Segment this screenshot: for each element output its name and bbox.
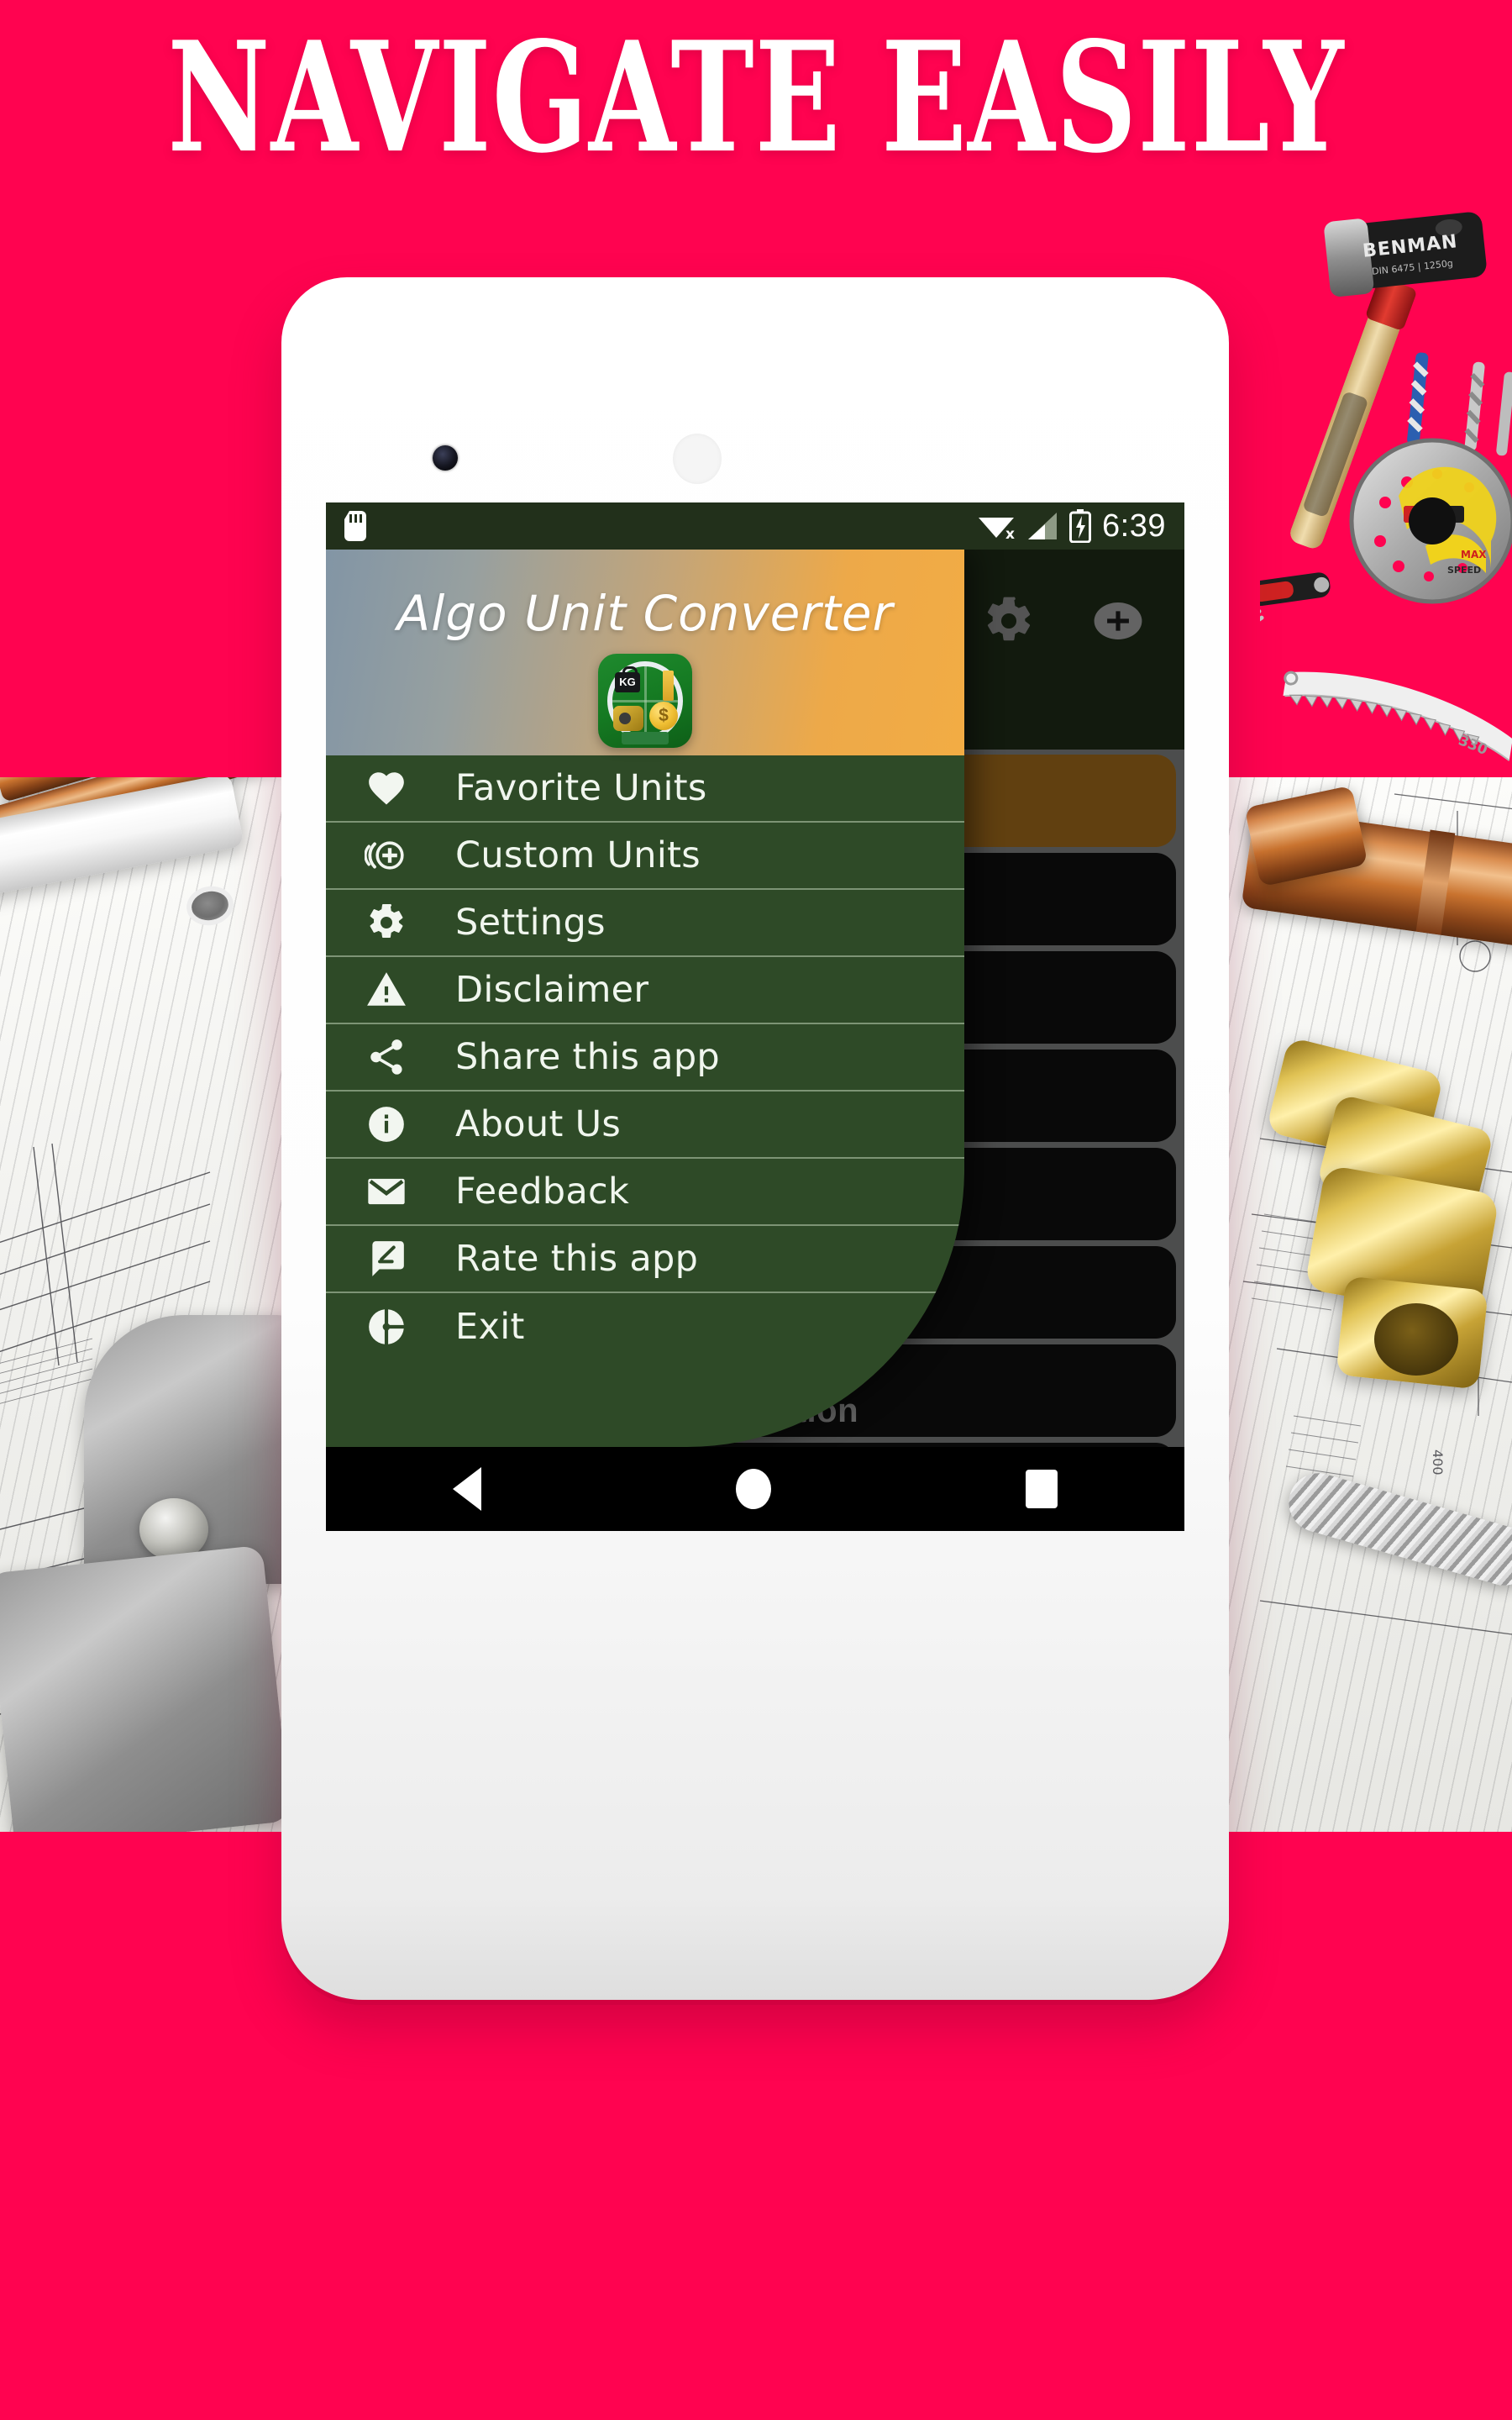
status-bar-time: 6:39 xyxy=(1102,508,1166,544)
cellular-signal-icon xyxy=(1026,511,1058,541)
promo-headline: NAVIGATE EASILY xyxy=(167,8,1345,187)
drawer-item-disclaimer[interactable]: Disclaimer xyxy=(326,957,964,1024)
navigation-drawer: Algo Unit Converter KG $ Favorite Units … xyxy=(326,550,964,1447)
warning-triangle-icon xyxy=(361,965,412,1015)
drawer-item-custom-units[interactable]: Custom Units xyxy=(326,823,964,890)
home-circle-icon[interactable] xyxy=(735,1469,771,1509)
drawer-item-label: Settings xyxy=(455,902,606,944)
info-circle-icon xyxy=(361,1099,412,1150)
drawer-item-label: Custom Units xyxy=(455,834,701,876)
drawer-item-label: Disclaimer xyxy=(455,969,649,1011)
drawer-menu: Favorite Units Custom Units Settings Dis… xyxy=(326,755,964,1360)
wifi-off-icon: x xyxy=(977,511,1016,541)
drawer-app-title: Algo Unit Converter xyxy=(396,585,894,642)
add-circle-icon xyxy=(361,830,412,881)
clamp-base xyxy=(0,1544,291,1832)
phone-mockup: x 6:39 Algo Unit Converter KG $ Favorite… xyxy=(281,277,1229,2000)
drawer-item-settings[interactable]: Settings xyxy=(326,890,964,957)
svg-text:MAX: MAX xyxy=(1461,549,1487,560)
drawer-item-label: Favorite Units xyxy=(455,767,707,809)
svg-text:SPEED: SPEED xyxy=(1447,565,1481,576)
phone-screen: x 6:39 Algo Unit Converter KG $ Favorite… xyxy=(326,502,1184,1531)
left-photo-band: eq1 625 xyxy=(0,777,307,1832)
front-camera-icon xyxy=(433,445,458,471)
right-photo-band: 400 410 02 xyxy=(1226,777,1512,1832)
gear-icon xyxy=(361,897,412,948)
sd-card-icon xyxy=(344,511,366,541)
drawer-item-label: Rate this app xyxy=(455,1238,699,1280)
share-icon xyxy=(361,1032,412,1082)
brass-valve-opening xyxy=(1374,1303,1458,1376)
android-nav-bar xyxy=(326,1447,1184,1531)
drawer-item-label: About Us xyxy=(455,1103,622,1145)
drawer-item-label: Exit xyxy=(455,1306,525,1348)
drawer-item-feedback[interactable]: Feedback xyxy=(326,1159,964,1226)
status-bar: x 6:39 xyxy=(326,502,1184,550)
battery-charging-icon xyxy=(1069,509,1092,543)
drawer-item-label: Feedback xyxy=(455,1171,630,1213)
back-triangle-icon[interactable] xyxy=(453,1467,482,1511)
drawer-item-favorite-units[interactable]: Favorite Units xyxy=(326,755,964,823)
drawer-item-label: Share this app xyxy=(455,1036,721,1078)
svg-text:x: x xyxy=(1005,526,1015,541)
pie-chart-icon xyxy=(361,1302,412,1352)
svg-text:400: 400 xyxy=(1430,1449,1446,1476)
algo-unit-converter-app-icon: KG $ xyxy=(598,654,692,748)
tools-decoration: BENMAN DIN 6475 | 1250g MAX SPEED 330 xyxy=(1260,189,1512,769)
recents-square-icon[interactable] xyxy=(1025,1470,1058,1508)
rate-review-icon xyxy=(361,1234,412,1284)
drawer-item-share-this-app[interactable]: Share this app xyxy=(326,1024,964,1092)
drawer-header: Algo Unit Converter KG $ xyxy=(326,550,964,755)
earpiece-speaker-icon xyxy=(673,434,722,484)
heart-icon xyxy=(361,763,412,813)
drawer-item-exit[interactable]: Exit xyxy=(326,1293,964,1360)
drawer-item-rate-this-app[interactable]: Rate this app xyxy=(326,1226,964,1293)
drawer-item-about-us[interactable]: About Us xyxy=(326,1092,964,1159)
envelope-icon xyxy=(361,1166,412,1217)
